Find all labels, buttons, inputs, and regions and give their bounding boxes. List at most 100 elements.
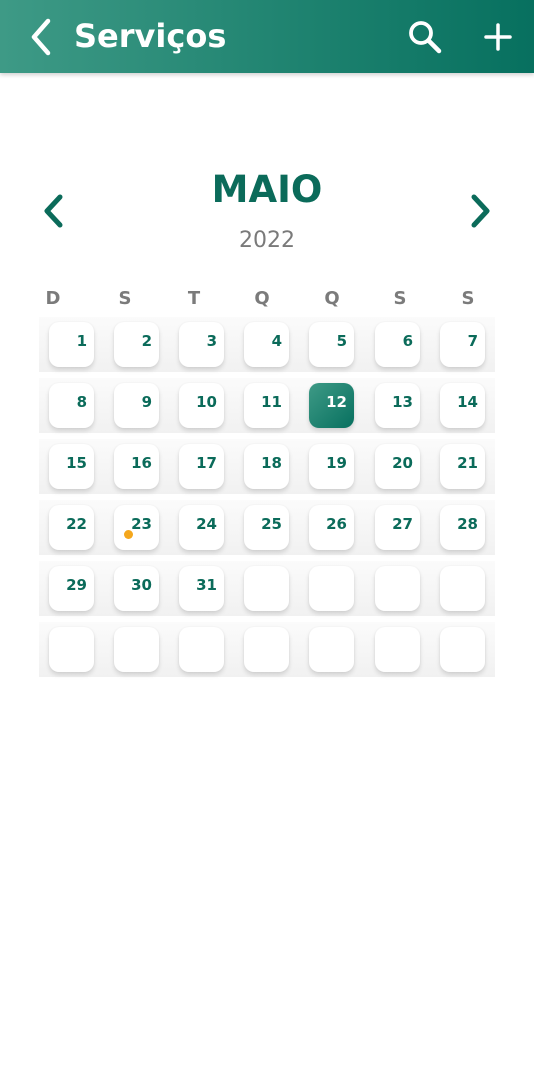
calendar-day[interactable]: 31 (179, 566, 224, 611)
month-title: MAIO (211, 168, 323, 211)
calendar-week-row: 22 23 24 25 26 27 28 (39, 500, 495, 555)
calendar-week-row (39, 622, 495, 677)
day-number: 13 (392, 393, 413, 411)
calendar-day[interactable]: 18 (244, 444, 289, 489)
calendar-day[interactable]: 23 (114, 505, 159, 550)
calendar-week-row: 8 9 10 11 12 13 14 (39, 378, 495, 433)
calendar-day[interactable]: 17 (179, 444, 224, 489)
calendar-day-empty (375, 627, 420, 672)
calendar-day-empty (440, 566, 485, 611)
calendar-day[interactable]: 15 (49, 444, 94, 489)
calendar-day[interactable]: 8 (49, 383, 94, 428)
calendar-day[interactable]: 22 (49, 505, 94, 550)
calendar-day[interactable]: 21 (440, 444, 485, 489)
weekday-label: S (461, 288, 475, 309)
day-number: 7 (467, 332, 478, 350)
calendar-day-empty (179, 627, 224, 672)
app-bar: Serviços (0, 0, 534, 73)
day-number: 23 (131, 515, 152, 533)
day-number: 6 (402, 332, 413, 350)
calendar-day[interactable]: 20 (375, 444, 420, 489)
calendar-day[interactable]: 7 (440, 322, 485, 367)
chevron-right-icon (471, 194, 490, 228)
day-number: 19 (326, 454, 347, 472)
weekday-header: D S T Q Q S S (20, 285, 514, 313)
day-number: 14 (457, 393, 478, 411)
plus-icon (484, 23, 512, 51)
calendar-day[interactable]: 2 (114, 322, 159, 367)
day-number: 20 (392, 454, 413, 472)
add-button[interactable] (478, 17, 518, 57)
calendar-day[interactable]: 16 (114, 444, 159, 489)
calendar-week-row: 29 30 31 (39, 561, 495, 616)
calendar-day[interactable]: 28 (440, 505, 485, 550)
weekday-label: S (393, 288, 407, 309)
calendar-day-empty (375, 566, 420, 611)
day-number: 3 (206, 332, 217, 350)
calendar-day[interactable]: 12 (309, 383, 354, 428)
calendar-day[interactable]: 1 (49, 322, 94, 367)
year-label: 2022 (239, 228, 295, 253)
calendar-week-row: 1 2 3 4 5 6 7 (39, 317, 495, 372)
search-button[interactable] (404, 16, 446, 58)
calendar-day-empty (244, 627, 289, 672)
calendar-day-empty (49, 627, 94, 672)
calendar-day[interactable]: 6 (375, 322, 420, 367)
calendar-day[interactable]: 3 (179, 322, 224, 367)
day-number: 28 (457, 515, 478, 533)
event-indicator-dot (124, 530, 133, 539)
calendar-week-row: 15 16 17 18 19 20 21 (39, 439, 495, 494)
weekday-label: Q (254, 288, 270, 309)
search-icon (409, 21, 442, 54)
calendar-day[interactable]: 26 (309, 505, 354, 550)
calendar-day[interactable]: 13 (375, 383, 420, 428)
calendar-day[interactable]: 5 (309, 322, 354, 367)
calendar-day[interactable]: 25 (244, 505, 289, 550)
chevron-left-icon (31, 18, 51, 56)
weekday-label: Q (324, 288, 340, 309)
day-number: 29 (66, 576, 87, 594)
day-number: 8 (76, 393, 87, 411)
day-number: 1 (76, 332, 87, 350)
calendar-day[interactable]: 29 (49, 566, 94, 611)
day-number: 26 (326, 515, 347, 533)
day-number: 10 (196, 393, 217, 411)
day-number: 21 (457, 454, 478, 472)
day-number: 4 (271, 332, 282, 350)
calendar-day[interactable]: 4 (244, 322, 289, 367)
day-number: 25 (261, 515, 282, 533)
page-title: Serviços (74, 17, 227, 55)
day-number: 30 (131, 576, 152, 594)
calendar-day[interactable]: 30 (114, 566, 159, 611)
weekday-label: S (118, 288, 132, 309)
day-number: 15 (66, 454, 87, 472)
day-number: 27 (392, 515, 413, 533)
day-number: 22 (66, 515, 87, 533)
calendar-day[interactable]: 27 (375, 505, 420, 550)
calendar-day[interactable]: 24 (179, 505, 224, 550)
calendar-day[interactable]: 11 (244, 383, 289, 428)
day-number: 5 (336, 332, 347, 350)
calendar-day[interactable]: 10 (179, 383, 224, 428)
day-number: 9 (141, 393, 152, 411)
calendar-day[interactable]: 14 (440, 383, 485, 428)
back-button[interactable] (26, 16, 60, 58)
day-number: 2 (141, 332, 152, 350)
weekday-label: T (187, 288, 201, 309)
calendar-day-empty (440, 627, 485, 672)
weekday-label: D (45, 288, 61, 309)
day-number: 11 (261, 393, 282, 411)
day-number: 16 (131, 454, 152, 472)
calendar-day[interactable]: 9 (114, 383, 159, 428)
calendar-day-empty (309, 566, 354, 611)
day-number: 24 (196, 515, 217, 533)
calendar-day-empty (244, 566, 289, 611)
calendar-day-empty (114, 627, 159, 672)
day-number: 18 (261, 454, 282, 472)
calendar-day[interactable]: 19 (309, 444, 354, 489)
day-number: 17 (196, 454, 217, 472)
calendar-day-empty (309, 627, 354, 672)
day-number: 31 (196, 576, 217, 594)
next-month-button[interactable] (464, 190, 496, 232)
day-number: 12 (326, 393, 347, 411)
